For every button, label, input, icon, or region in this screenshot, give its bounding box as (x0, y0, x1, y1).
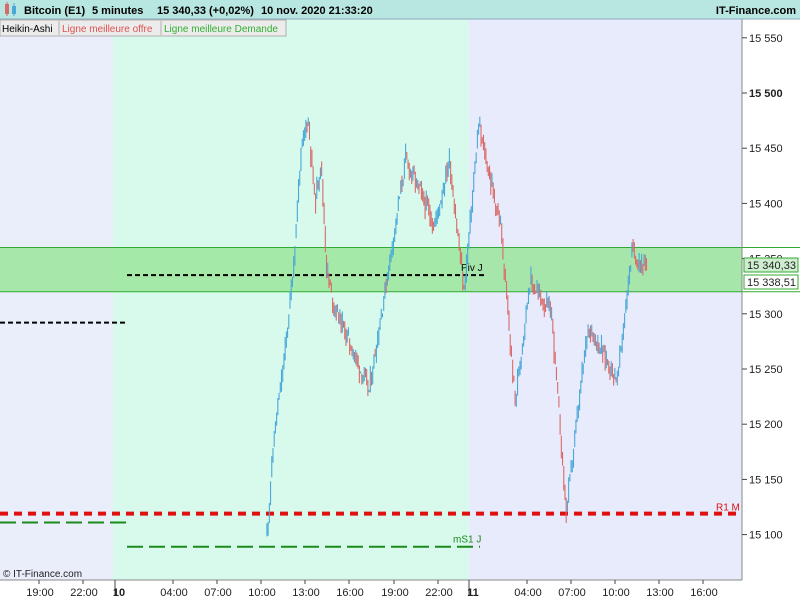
x-tick-label: 22:00 (70, 587, 98, 599)
timeframe: 5 minutes (92, 5, 143, 17)
s1-label: mS1 J (453, 535, 481, 546)
y-tick-label: 15 450 (749, 143, 783, 155)
bid-price-box-label: 15 338,51 (747, 277, 796, 289)
future-band (469, 19, 742, 580)
pivot-label: Piv J (461, 263, 483, 274)
trading-chart[interactable]: Piv J R1 M mS1 J 15 100 15 150 15 200 15 250 1… (0, 0, 800, 600)
x-tick-label: 16:00 (336, 587, 364, 599)
y-tick-label: 15 100 (749, 530, 783, 542)
x-tick-label: 04:00 (160, 587, 188, 599)
y-tick-label: 15 150 (749, 474, 783, 486)
x-tick-label: 19:00 (26, 587, 54, 599)
x-tick-label: 13:00 (646, 587, 674, 599)
x-tick-label: 10:00 (248, 587, 276, 599)
y-tick-label: 15 400 (749, 198, 783, 210)
x-tick-label: 04:00 (514, 587, 542, 599)
y-tick-label: 15 500 (749, 88, 783, 100)
y-tick-label: 15 300 (749, 309, 783, 321)
y-tick-label: 15 250 (749, 364, 783, 376)
watermark: © IT-Finance.com (3, 569, 82, 580)
r1-label: R1 M (716, 503, 740, 514)
quote-datetime: 10 nov. 2020 21:33:20 (261, 5, 373, 17)
x-tick-label: 16:00 (690, 587, 718, 599)
last-quote: 15 340,33 (+0,02%) (157, 5, 254, 17)
x-tick-label: 10:00 (602, 587, 630, 599)
instrument-name: Bitcoin (E1) (24, 5, 85, 17)
previous-day-band (0, 19, 113, 580)
x-tick-label: 07:00 (558, 587, 586, 599)
x-tick-label: 13:00 (292, 587, 320, 599)
x-tick-label: 07:00 (204, 587, 232, 599)
legend-demand-line[interactable]: Ligne meilleure Demande (164, 24, 278, 35)
x-tick-label: 11 (467, 587, 479, 599)
y-tick-label: 15 550 (749, 33, 783, 45)
x-tick-label: 10 (113, 587, 125, 599)
brand-name: IT-Finance.com (716, 5, 796, 17)
legend-offer-line[interactable]: Ligne meilleure offre (62, 24, 153, 35)
last-price-box-label: 15 340,33 (747, 260, 796, 272)
x-tick-label: 19:00 (381, 587, 409, 599)
y-tick-label: 15 200 (749, 419, 783, 431)
x-tick-label: 22:00 (425, 587, 453, 599)
legend-style[interactable]: Heikin-Ashi (2, 24, 53, 35)
